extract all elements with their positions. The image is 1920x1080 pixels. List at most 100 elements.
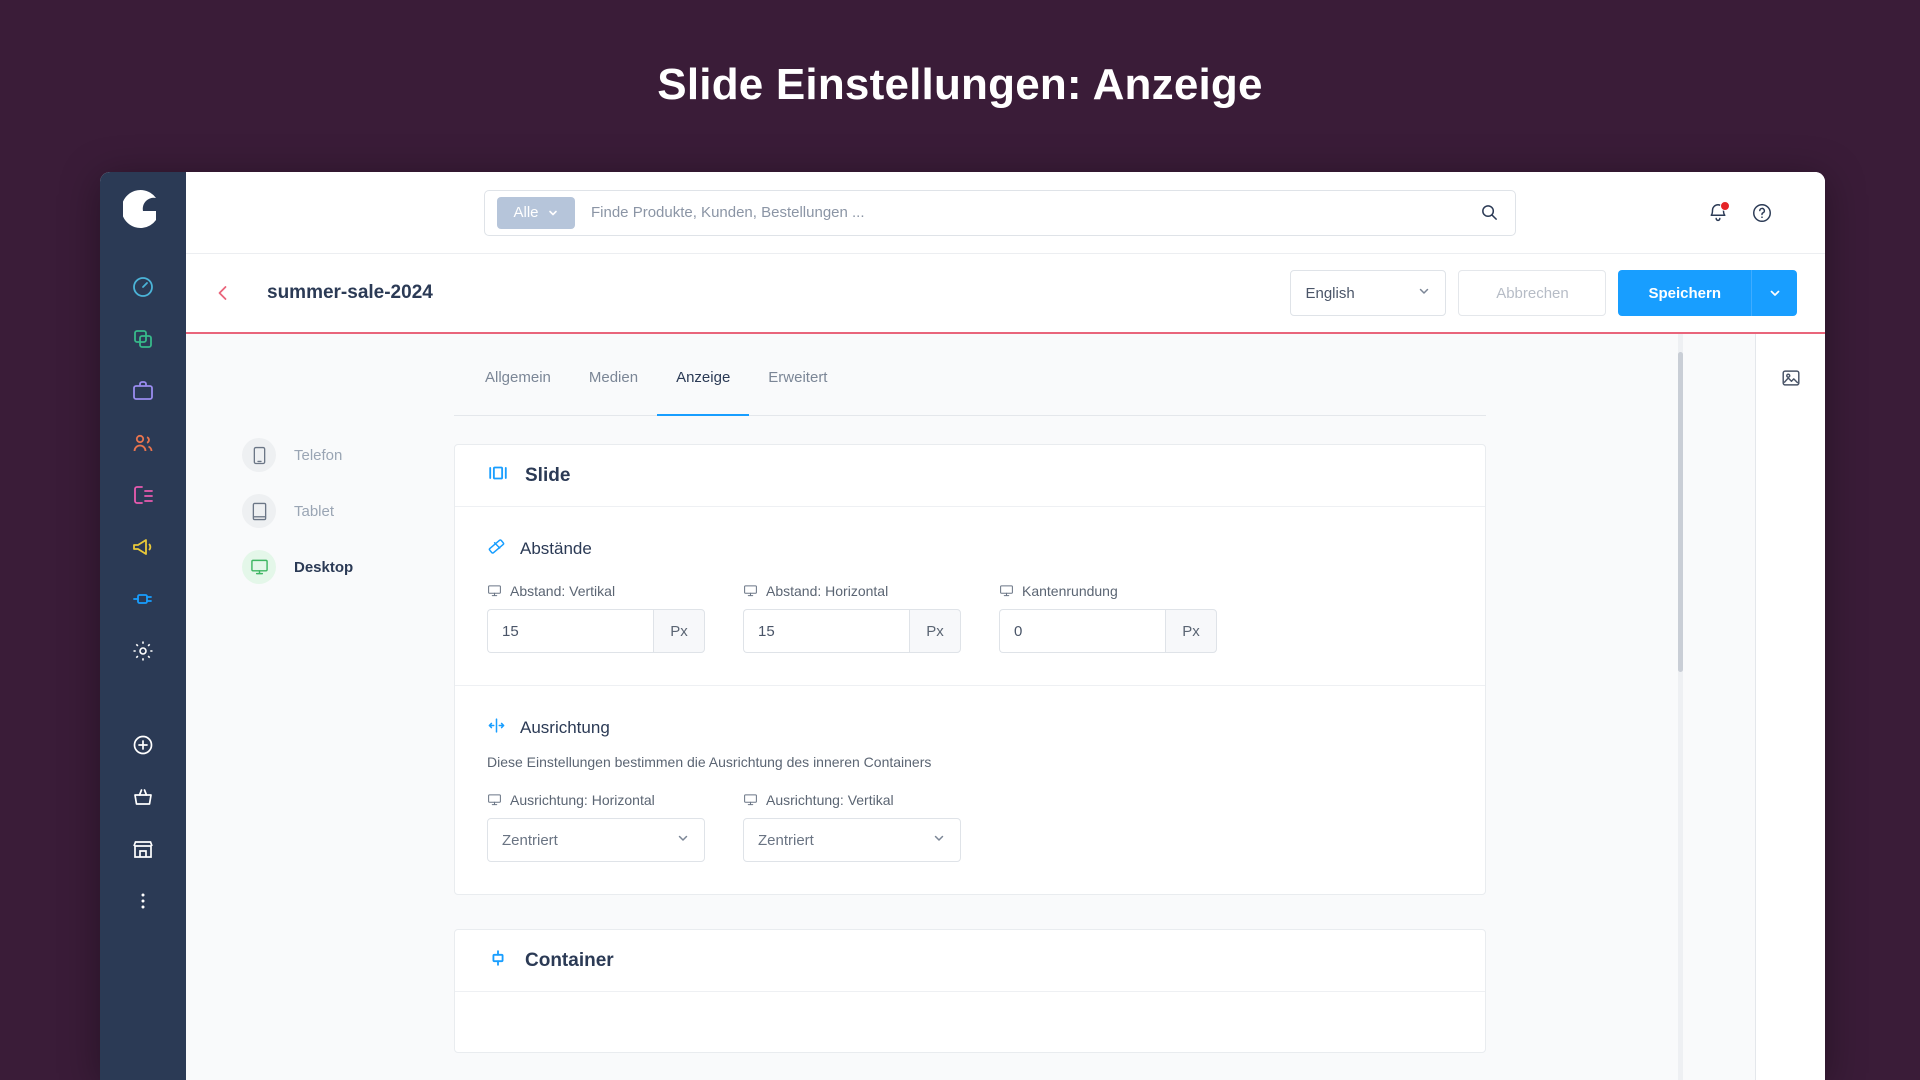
banner: Slide Einstellungen: Anzeige <box>0 0 1920 170</box>
sidebar-item-add[interactable] <box>118 720 168 770</box>
input-group: Px <box>999 609 1217 653</box>
field-label-text: Ausrichtung: Vertikal <box>766 792 894 808</box>
desktop-icon <box>242 550 276 584</box>
settings-scroll-region: Telefon Tablet Desktop Allgemein Medien … <box>186 334 1755 1080</box>
field-ausrichtung-horizontal: Ausrichtung: Horizontal Zentriert <box>487 792 705 862</box>
device-option-tablet[interactable]: Tablet <box>242 483 454 539</box>
device-selector: Telefon Tablet Desktop <box>186 370 454 1080</box>
scrollbar-thumb[interactable] <box>1678 352 1683 672</box>
chevron-down-icon <box>1417 284 1431 302</box>
sidebar-item-extensions[interactable] <box>118 574 168 624</box>
slide-card: Slide Abstände Abstand: Vertikal 15 Px A… <box>454 444 1486 895</box>
language-select[interactable]: English <box>1290 270 1447 316</box>
abstand-vertikal-input[interactable] <box>487 609 653 653</box>
desktop-icon <box>1000 585 1013 597</box>
alignment-fields: Ausrichtung: Horizontal Zentriert Ausric… <box>487 792 1453 862</box>
select-value: Zentriert <box>758 831 814 849</box>
image-icon <box>1781 370 1800 386</box>
abstand-horizontal-input[interactable] <box>743 609 909 653</box>
sidebar-item-settings[interactable] <box>118 626 168 676</box>
field-kantenrundung: Kantenrundung Px <box>999 583 1217 653</box>
unit-label: Px <box>1165 609 1217 653</box>
tablet-icon <box>242 494 276 528</box>
container-card-title: Container <box>525 949 614 971</box>
device-option-telefon[interactable]: Telefon <box>242 427 454 483</box>
alignment-section-title: Ausrichtung <box>520 718 610 737</box>
desktop-icon <box>488 794 501 806</box>
select-value: Zentriert <box>502 831 558 849</box>
save-options-button[interactable] <box>1751 270 1797 316</box>
chevron-down-icon <box>676 831 690 849</box>
sidebar-item-orders[interactable] <box>118 366 168 416</box>
settings-tabs: Allgemein Medien Anzeige Erweitert <box>454 370 1486 416</box>
device-option-desktop[interactable]: Desktop <box>242 539 454 595</box>
field-label-text: Ausrichtung: Horizontal <box>510 792 655 808</box>
sidebar-item-customers[interactable] <box>118 418 168 468</box>
ruler-icon <box>487 537 506 561</box>
tab-anzeige[interactable]: Anzeige <box>657 370 750 416</box>
input-group: Px <box>743 609 961 653</box>
slide-card-header: Slide <box>455 445 1485 507</box>
sidebar-item-content[interactable] <box>118 470 168 520</box>
kantenrundung-input[interactable] <box>999 609 1165 653</box>
field-label: Abstand: Horizontal <box>743 583 961 599</box>
chevron-down-icon <box>1770 290 1779 296</box>
main-column: Alle Finde Produkte, Kunden, Bestellunge… <box>186 172 1825 1080</box>
search-icon <box>1481 205 1497 220</box>
media-panel-button[interactable] <box>1771 358 1811 398</box>
unit-label: Px <box>909 609 961 653</box>
back-button[interactable] <box>206 276 240 310</box>
tab-erweitert[interactable]: Erweitert <box>749 370 846 415</box>
sidebar-item-marketing[interactable] <box>118 522 168 572</box>
global-search[interactable]: Alle <box>484 189 1516 236</box>
device-label: Tablet <box>294 502 335 520</box>
field-label-text: Kantenrundung <box>1022 583 1118 599</box>
search-scope-label: Alle <box>513 204 539 221</box>
container-card-body <box>455 992 1485 1052</box>
tab-allgemein[interactable]: Allgemein <box>466 370 570 415</box>
action-buttons: English Abbrechen Speichern <box>1290 270 1797 316</box>
desktop-icon <box>744 794 757 806</box>
shopware-logo[interactable] <box>120 186 166 232</box>
field-label-text: Abstand: Horizontal <box>766 583 889 599</box>
notifications-button[interactable] <box>1707 200 1730 224</box>
mobile-icon <box>242 438 276 472</box>
spacing-section-header: Abstände <box>487 537 1453 561</box>
chevron-down-icon <box>548 210 557 215</box>
container-card: Container <box>454 929 1486 1053</box>
field-abstand-vertikal: Abstand: Vertikal Px <box>487 583 705 653</box>
ausrichtung-vertikal-select[interactable]: Zentriert <box>743 818 961 862</box>
desktop-icon <box>488 585 501 597</box>
sidebar-item-more[interactable] <box>118 876 168 926</box>
unit-label: Px <box>653 609 705 653</box>
cancel-button[interactable]: Abbrechen <box>1458 270 1607 316</box>
right-aside-panel <box>1755 334 1825 1080</box>
save-button-group: Speichern <box>1618 270 1797 316</box>
container-card-header: Container <box>455 930 1485 992</box>
alignment-section: Ausrichtung Diese Einstellungen bestimme… <box>455 686 1485 894</box>
container-icon <box>487 947 509 974</box>
spacing-section-title: Abstände <box>520 539 592 558</box>
field-abstand-horizontal: Abstand: Horizontal Px <box>743 583 961 653</box>
save-button[interactable]: Speichern <box>1618 270 1751 316</box>
sidebar-item-basket[interactable] <box>118 772 168 822</box>
field-ausrichtung-vertikal: Ausrichtung: Vertikal Zentriert <box>743 792 961 862</box>
topbar-actions <box>1707 200 1803 224</box>
slide-card-title: Slide <box>525 464 571 486</box>
chevron-down-icon <box>932 831 946 849</box>
search-scope-dropdown[interactable]: Alle <box>497 196 575 229</box>
field-label: Ausrichtung: Vertikal <box>743 792 961 808</box>
align-icon <box>487 716 506 740</box>
page-title: Slide Einstellungen: Anzeige <box>657 60 1263 109</box>
topbar: Alle <box>186 172 1825 254</box>
search-button[interactable] <box>1463 191 1515 235</box>
desktop-icon <box>744 585 757 597</box>
help-button[interactable] <box>1751 202 1773 224</box>
search-input[interactable] <box>575 204 1463 221</box>
tab-medien[interactable]: Medien <box>570 370 657 415</box>
sidebar-item-catalogue[interactable] <box>118 314 168 364</box>
sidebar-item-storefront[interactable] <box>118 824 168 874</box>
sidebar-item-dashboard[interactable] <box>118 262 168 312</box>
ausrichtung-horizontal-select[interactable]: Zentriert <box>487 818 705 862</box>
help-icon <box>1753 203 1771 222</box>
